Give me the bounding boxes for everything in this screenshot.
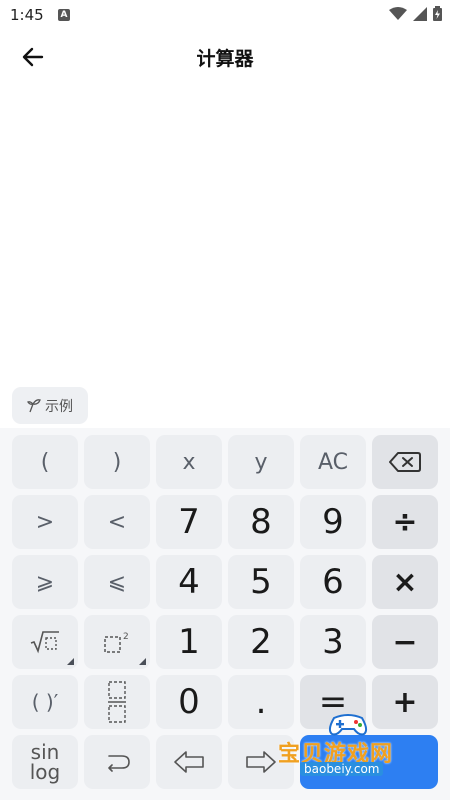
key-cursor-left[interactable] <box>156 735 222 789</box>
key-x[interactable]: x <box>156 435 222 489</box>
battery-icon <box>433 6 442 21</box>
key-7[interactable]: 7 <box>156 495 222 549</box>
more-options-indicator <box>139 658 146 665</box>
status-bar: 1:45 A <box>0 0 450 32</box>
key-label: 6 <box>322 562 344 602</box>
key-4[interactable]: 4 <box>156 555 222 609</box>
undo-icon <box>108 755 130 772</box>
wifi-icon <box>389 6 407 20</box>
square-power-icon: 2 <box>104 632 129 653</box>
key-less-than[interactable]: < <box>84 495 150 549</box>
example-button[interactable]: 示例 <box>12 387 88 424</box>
key-label: AC <box>317 449 349 475</box>
key-label: 9 <box>322 502 344 542</box>
more-options-indicator <box>67 658 74 665</box>
fraction-icon <box>108 681 126 723</box>
backspace-icon <box>389 452 421 472</box>
key-label: ( )′ <box>31 690 59 714</box>
page-title: 计算器 <box>196 48 254 70</box>
key-fraction[interactable] <box>84 675 150 729</box>
key-cursor-right[interactable] <box>228 735 294 789</box>
key-label: = <box>318 682 348 722</box>
key-label: 2 <box>250 622 272 662</box>
key-minus[interactable]: − <box>372 615 438 669</box>
log-label: log <box>29 760 61 784</box>
key-y[interactable]: y <box>228 435 294 489</box>
key-sqrt[interactable] <box>12 615 78 669</box>
key-label: 5 <box>250 562 272 602</box>
key-functions[interactable]: sin log <box>12 735 78 789</box>
key-derivative[interactable]: ( )′ <box>12 675 78 729</box>
key-9[interactable]: 9 <box>300 495 366 549</box>
functions-label: sin log <box>30 742 61 782</box>
key-label: ÷ <box>392 504 418 540</box>
key-8[interactable]: 8 <box>228 495 294 549</box>
key-label: + <box>392 684 418 720</box>
key-label: 8 <box>250 502 272 542</box>
arrow-right-outline-icon <box>246 751 276 773</box>
example-label: 示例 <box>45 398 73 415</box>
key-all-clear[interactable]: AC <box>300 435 366 489</box>
key-multiply[interactable]: × <box>372 555 438 609</box>
key-2[interactable]: 2 <box>228 615 294 669</box>
key-close-paren[interactable]: ) <box>84 435 150 489</box>
key-greater-equal[interactable]: ⩾ <box>12 555 78 609</box>
sprout-icon <box>27 398 41 412</box>
square-root-icon <box>30 631 59 654</box>
key-less-equal[interactable]: ⩽ <box>84 555 150 609</box>
key-label: − <box>392 624 418 660</box>
key-label: y <box>254 449 268 475</box>
system-icons <box>389 6 442 21</box>
key-3[interactable]: 3 <box>300 615 366 669</box>
key-label: 3 <box>322 622 344 662</box>
signal-icon <box>413 6 427 21</box>
keypad: ( ) x y AC > < 7 8 9 ÷ ⩾ ⩽ 4 5 6 × 2 1 2… <box>0 428 450 800</box>
key-label: 0 <box>178 682 200 722</box>
key-0[interactable]: 0 <box>156 675 222 729</box>
key-label: ⩽ <box>107 569 127 595</box>
key-decimal[interactable]: . <box>228 675 294 729</box>
key-1[interactable]: 1 <box>156 615 222 669</box>
key-calculate[interactable] <box>300 735 438 789</box>
app-notification-icon: A <box>58 9 70 21</box>
key-greater-than[interactable]: > <box>12 495 78 549</box>
key-label: 7 <box>178 502 200 542</box>
svg-text:2: 2 <box>123 632 129 642</box>
key-label: ⩾ <box>35 569 55 595</box>
key-plus[interactable]: + <box>372 675 438 729</box>
key-label: × <box>392 564 418 600</box>
key-open-paren[interactable]: ( <box>12 435 78 489</box>
key-label: 1 <box>178 622 200 662</box>
arrow-left-outline-icon <box>174 751 204 773</box>
app-header: 计算器 <box>0 32 450 82</box>
key-label: . <box>255 682 267 722</box>
key-label: 4 <box>178 562 200 602</box>
key-label: x <box>182 449 196 475</box>
key-undo[interactable] <box>84 735 150 789</box>
key-square[interactable]: 2 <box>84 615 150 669</box>
key-5[interactable]: 5 <box>228 555 294 609</box>
sin-label: sin <box>30 740 60 764</box>
key-equals[interactable]: = <box>300 675 366 729</box>
status-time: 1:45 <box>10 6 44 24</box>
key-label: ( <box>40 449 50 475</box>
key-6[interactable]: 6 <box>300 555 366 609</box>
key-backspace[interactable] <box>372 435 438 489</box>
key-label: < <box>107 509 127 535</box>
key-label: ) <box>112 449 122 475</box>
key-label: > <box>35 509 55 535</box>
key-divide[interactable]: ÷ <box>372 495 438 549</box>
